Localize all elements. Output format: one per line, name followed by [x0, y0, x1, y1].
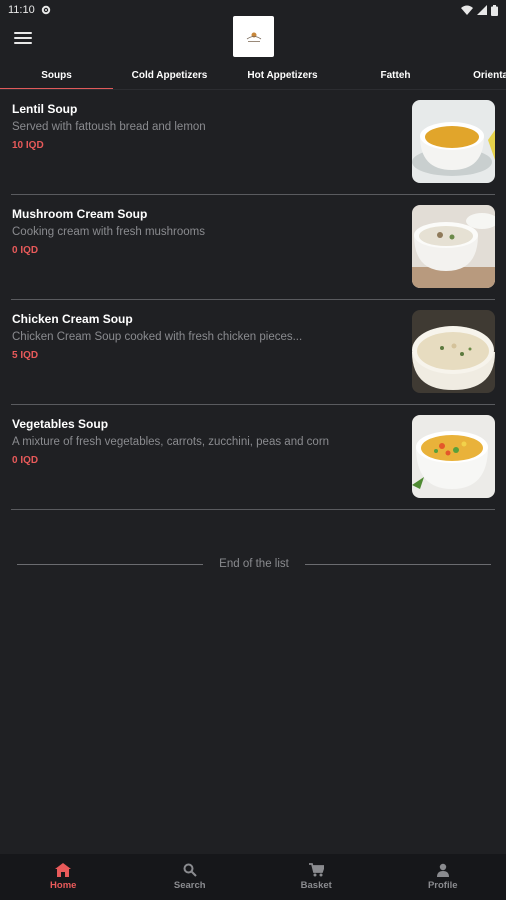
divider-line — [17, 563, 204, 565]
nav-basket[interactable]: Basket — [253, 854, 380, 900]
nav-label: Basket — [300, 880, 332, 891]
status-left: 11:10 — [8, 4, 51, 16]
battery-icon — [491, 4, 498, 16]
lentil-soup-image — [412, 100, 495, 183]
status-time: 11:10 — [8, 4, 35, 16]
search-icon — [183, 863, 197, 877]
status-right — [461, 4, 498, 16]
profile-icon — [436, 863, 449, 877]
tab-oriental[interactable]: Oriental — [452, 60, 506, 89]
menu-item-lentil-soup[interactable]: Lentil Soup Served with fattoush bread a… — [11, 90, 495, 195]
signal-icon — [477, 5, 487, 15]
menu-item-mushroom-cream-soup[interactable]: Mushroom Cream Soup Cooking cream with f… — [11, 195, 495, 300]
tab-label: Fatteh — [380, 69, 411, 81]
mushroom-soup-image — [412, 205, 495, 288]
nav-label: Home — [50, 880, 77, 891]
vegetable-soup-image — [412, 415, 495, 498]
item-price: 0 IQD — [12, 245, 39, 256]
settings-gear-icon — [41, 5, 50, 15]
item-description: Served with fattoush bread and lemon — [12, 121, 206, 133]
nav-search[interactable]: Search — [127, 854, 254, 900]
end-of-list-text: End of the list — [219, 558, 289, 570]
app-bar — [0, 16, 506, 60]
menu-item-vegetables-soup[interactable]: Vegetables Soup A mixture of fresh veget… — [11, 405, 495, 510]
item-price: 5 IQD — [12, 350, 39, 361]
tab-soups[interactable]: Soups — [0, 60, 113, 89]
menu-item-chicken-cream-soup[interactable]: Chicken Cream Soup Chicken Cream Soup co… — [11, 300, 495, 405]
divider-line — [304, 563, 491, 565]
category-tabs: Soups Cold Appetizers Hot Appetizers Fat… — [0, 60, 506, 90]
nav-profile[interactable]: Profile — [380, 854, 506, 900]
tab-hot-appetizers[interactable]: Hot Appetizers — [226, 60, 339, 89]
nav-label: Search — [173, 880, 206, 891]
item-name: Vegetables Soup — [12, 417, 109, 431]
logo-emblem-icon — [246, 32, 261, 42]
bottom-navigation: Home Search Basket Profile — [0, 854, 506, 900]
home-icon — [55, 863, 72, 877]
item-name: Mushroom Cream Soup — [12, 207, 148, 221]
restaurant-logo — [233, 16, 274, 57]
item-price: 0 IQD — [12, 455, 39, 466]
item-name: Lentil Soup — [12, 102, 78, 116]
nav-label: Profile — [427, 880, 458, 891]
tab-cold-appetizers[interactable]: Cold Appetizers — [113, 60, 226, 89]
tab-label: Cold Appetizers — [131, 69, 208, 81]
chicken-soup-image — [412, 310, 495, 393]
item-description: A mixture of fresh vegetables, carrots, … — [12, 436, 330, 448]
tab-label: Soups — [41, 69, 72, 81]
item-name: Chicken Cream Soup — [12, 312, 133, 326]
tab-label: Hot Appetizers — [247, 69, 318, 81]
item-description: Cooking cream with fresh mushrooms — [12, 226, 206, 238]
tab-fatteh[interactable]: Fatteh — [339, 60, 452, 89]
wifi-icon — [461, 5, 473, 15]
tab-label: Oriental — [473, 69, 506, 81]
menu-list: Lentil Soup Served with fattoush bread a… — [0, 90, 506, 510]
nav-home[interactable]: Home — [0, 854, 127, 900]
end-of-list-divider: End of the list — [17, 556, 491, 572]
item-price: 10 IQD — [12, 140, 44, 151]
item-description: Chicken Cream Soup cooked with fresh chi… — [12, 331, 303, 343]
hamburger-menu-icon[interactable] — [14, 30, 32, 46]
basket-icon — [308, 863, 324, 877]
